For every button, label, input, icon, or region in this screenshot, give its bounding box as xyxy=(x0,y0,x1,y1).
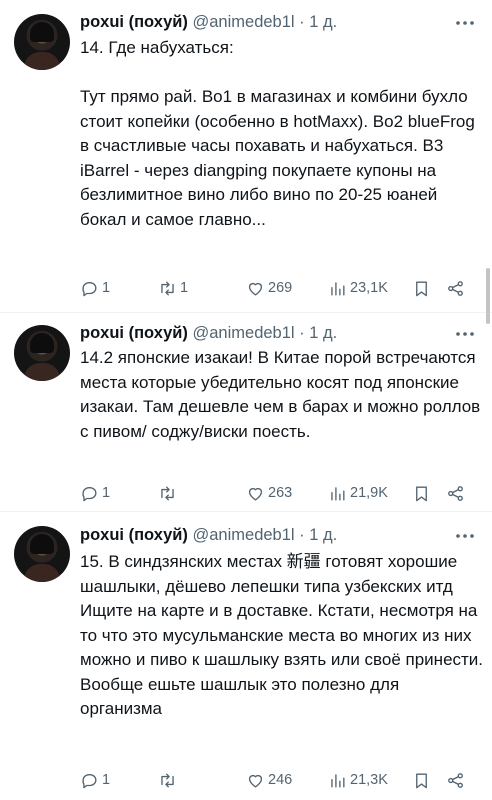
reply-icon xyxy=(82,486,97,501)
retweet-icon xyxy=(161,280,174,296)
bookmark-button[interactable] xyxy=(412,276,431,300)
views-count: 21,9K xyxy=(350,485,388,501)
display-name[interactable]: poxui (похуй) xyxy=(80,324,188,342)
tweet-actions: 1 1 269 23,1K xyxy=(80,276,480,300)
like-button[interactable]: 263 xyxy=(246,481,292,505)
separator-dot: · xyxy=(299,526,305,544)
retweet-button[interactable] xyxy=(158,481,180,505)
views-icon xyxy=(331,281,345,296)
views-button[interactable]: 23,1K xyxy=(328,276,388,300)
reply-count: 1 xyxy=(102,485,111,501)
tweet-text: 15. В синдзянских местах 新疆 готовят хоро… xyxy=(80,552,484,718)
like-count: 263 xyxy=(268,485,293,501)
like-count: 269 xyxy=(268,280,293,296)
share-icon xyxy=(448,485,463,501)
timestamp[interactable]: 1 д. xyxy=(309,13,337,31)
avatar[interactable] xyxy=(14,526,70,582)
like-count: 246 xyxy=(268,772,293,788)
display-name[interactable]: poxui (похуй) xyxy=(80,526,188,544)
tweet-3[interactable]: poxui (похуй) @animedeb1l · 1 д. 15. В с… xyxy=(0,512,492,800)
retweet-button[interactable]: 1 xyxy=(158,276,188,300)
reply-button[interactable]: 1 xyxy=(80,276,110,300)
like-button[interactable]: 269 xyxy=(246,276,292,300)
tweet-actions: 1 263 21,9K xyxy=(80,481,480,505)
bookmark-icon xyxy=(416,772,427,788)
tweet-2[interactable]: poxui (похуй) @animedeb1l · 1 д. 14.2 яп… xyxy=(0,313,492,511)
more-icon[interactable] xyxy=(456,324,474,344)
retweet-icon xyxy=(161,772,174,788)
views-icon xyxy=(331,486,345,501)
retweet-icon xyxy=(161,485,174,501)
tweet-text: 14. Где набухаться: Тут прямо рай. Во1 в… xyxy=(80,38,475,229)
retweet-button[interactable] xyxy=(158,768,180,792)
handle[interactable]: @animedeb1l xyxy=(193,526,295,544)
bookmark-icon xyxy=(416,280,427,296)
reply-icon xyxy=(82,773,97,788)
heart-icon xyxy=(248,282,263,296)
tweet-1[interactable]: poxui (похуй) @animedeb1l · 1 д. 14. Где… xyxy=(0,0,492,312)
reply-button[interactable]: 1 xyxy=(80,768,110,792)
avatar[interactable] xyxy=(14,14,70,70)
tweet-text: 14.2 японские изакаи! В Китае порой встр… xyxy=(80,348,481,441)
more-icon[interactable] xyxy=(456,526,474,546)
retweet-count: 1 xyxy=(180,280,189,296)
reply-button[interactable]: 1 xyxy=(80,481,110,505)
reply-icon xyxy=(82,281,97,296)
tweet-actions: 1 246 21,3K xyxy=(80,768,480,792)
heart-icon xyxy=(248,774,263,788)
bookmark-button[interactable] xyxy=(412,768,431,792)
views-button[interactable]: 21,3K xyxy=(328,768,388,792)
share-button[interactable] xyxy=(446,276,465,300)
bookmark-button[interactable] xyxy=(412,481,431,505)
tweet-header: poxui (похуй) @animedeb1l · 1 д. xyxy=(80,524,337,546)
reply-count: 1 xyxy=(102,280,111,296)
views-icon xyxy=(331,773,345,788)
separator-dot: · xyxy=(299,324,305,342)
heart-icon xyxy=(248,487,263,501)
views-count: 23,1K xyxy=(350,280,388,296)
like-button[interactable]: 246 xyxy=(246,768,292,792)
share-button[interactable] xyxy=(446,481,465,505)
timestamp[interactable]: 1 д. xyxy=(309,526,337,544)
bookmark-icon xyxy=(416,485,427,501)
separator-dot: · xyxy=(299,13,305,31)
reply-count: 1 xyxy=(102,772,111,788)
share-button[interactable] xyxy=(446,768,465,792)
scrollbar[interactable] xyxy=(486,268,490,324)
tweet-header: poxui (похуй) @animedeb1l · 1 д. xyxy=(80,322,337,344)
avatar[interactable] xyxy=(14,325,70,381)
tweet-header: poxui (похуй) @animedeb1l · 1 д. xyxy=(80,11,337,33)
share-icon xyxy=(448,280,463,296)
handle[interactable]: @animedeb1l xyxy=(193,324,295,342)
display-name[interactable]: poxui (похуй) xyxy=(80,13,188,31)
more-icon[interactable] xyxy=(456,13,474,33)
share-icon xyxy=(448,772,463,788)
timestamp[interactable]: 1 д. xyxy=(309,324,337,342)
handle[interactable]: @animedeb1l xyxy=(193,13,295,31)
views-button[interactable]: 21,9K xyxy=(328,481,388,505)
views-count: 21,3K xyxy=(350,772,388,788)
